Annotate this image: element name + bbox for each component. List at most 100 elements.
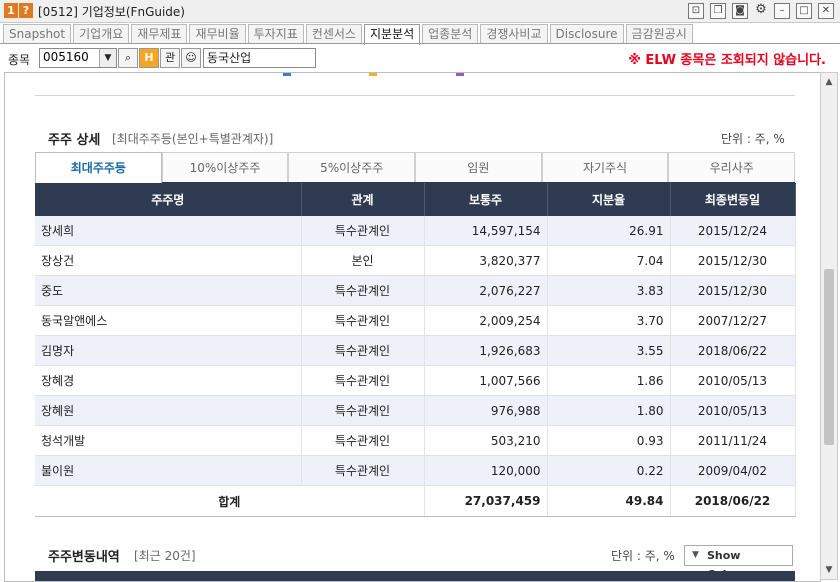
stock-code-input[interactable] bbox=[40, 49, 98, 65]
cell-ratio: 3.55 bbox=[547, 335, 671, 366]
cell-relation: 특수관계인 bbox=[301, 425, 425, 456]
cell-shares: 3,820,377 bbox=[424, 245, 548, 276]
tab-financial-ratios[interactable]: 재무비율 bbox=[189, 24, 246, 44]
subtab-10pct-holders[interactable]: 10%이상주주 bbox=[161, 152, 289, 182]
cell-relation: 특수관계인 bbox=[301, 335, 425, 366]
camera-icon[interactable]: ◙ bbox=[732, 3, 748, 19]
column-header-shares[interactable]: 보통주 bbox=[424, 183, 548, 216]
cell-name: 동국알앤에스 bbox=[35, 305, 302, 336]
scroll-up-icon[interactable]: ▲ bbox=[824, 77, 834, 87]
column-header-ratio[interactable]: 지분율 bbox=[547, 183, 671, 216]
table-row[interactable]: 장혜원 특수관계인 976,988 1.80 2010/05/13 bbox=[35, 395, 796, 426]
subtab-5pct-holders[interactable]: 5%이상주주 bbox=[288, 152, 416, 182]
legend-swatch-purple bbox=[456, 73, 464, 76]
h-button[interactable]: H bbox=[139, 48, 159, 68]
copy-icon[interactable]: ❐ bbox=[710, 3, 726, 19]
window-number-badge[interactable]: 1 bbox=[4, 3, 18, 18]
cell-name: 불이원 bbox=[35, 455, 302, 486]
window-titlebar: 1 ? [0512] 기업정보(FnGuide) ⊡ ❐ ◙ ⚙ – □ ✕ bbox=[0, 0, 840, 23]
ownership-changes-table-header bbox=[35, 571, 795, 581]
tab-disclosure[interactable]: Disclosure bbox=[549, 24, 624, 44]
shareholder-table: 주주명 관계 보통주 지분율 최종변동일 장세희 특수관계인 14,597,15… bbox=[35, 183, 796, 517]
minimize-icon[interactable]: – bbox=[774, 3, 790, 19]
subtab-major-holders[interactable]: 최대주주등 bbox=[35, 152, 162, 184]
tab-consensus[interactable]: 컨센서스 bbox=[305, 24, 362, 44]
cell-date: 2011/11/24 bbox=[670, 425, 796, 456]
cell-relation: 특수관계인 bbox=[301, 455, 425, 486]
cell-date: 2010/05/13 bbox=[670, 365, 796, 396]
table-row[interactable]: 김명자 특수관계인 1,926,683 3.55 2018/06/22 bbox=[35, 335, 796, 366]
scroll-down-icon[interactable]: ▼ bbox=[824, 565, 834, 575]
cell-date: 2015/12/30 bbox=[670, 245, 796, 276]
subtab-executives[interactable]: 임원 bbox=[415, 152, 542, 182]
cell-shares: 1,926,683 bbox=[424, 335, 548, 366]
table-header-row: 주주명 관계 보통주 지분율 최종변동일 bbox=[35, 183, 796, 216]
tab-competitor-comparison[interactable]: 경쟁사비교 bbox=[480, 24, 548, 44]
show-columns-button[interactable]: ▼ Show Columns bbox=[684, 545, 793, 581]
vertical-scrollbar[interactable]: ▲ ▼ bbox=[820, 72, 838, 580]
tab-divider bbox=[0, 43, 840, 44]
search-icon[interactable]: ⌕ bbox=[118, 48, 138, 68]
table-row[interactable]: 중도 특수관계인 2,076,227 3.83 2015/12/30 bbox=[35, 275, 796, 306]
company-name-field[interactable]: 동국산업 bbox=[203, 48, 316, 68]
subtab-treasury-stock[interactable]: 자기주식 bbox=[541, 152, 669, 182]
shareholder-detail-title: 주주 상세 bbox=[48, 133, 101, 148]
subtab-employee-stock[interactable]: 우리사주 bbox=[668, 152, 796, 182]
gear-icon[interactable]: ⚙ bbox=[754, 3, 768, 17]
cell-name: 장혜원 bbox=[35, 395, 302, 426]
table-row[interactable]: 불이원 특수관계인 120,000 0.22 2009/04/02 bbox=[35, 455, 796, 486]
chevron-down-icon: ▼ bbox=[692, 550, 699, 560]
stock-code-combo[interactable]: ▼ bbox=[39, 48, 117, 68]
help-badge[interactable]: ? bbox=[19, 3, 33, 18]
tab-financial-statements[interactable]: 재무제표 bbox=[131, 24, 188, 44]
column-header-name[interactable]: 주주명 bbox=[35, 183, 302, 216]
cell-relation: 특수관계인 bbox=[301, 305, 425, 336]
shareholder-detail-subtitle: [최대주주등(본인+특별관계자)] bbox=[112, 132, 274, 146]
tab-company-overview[interactable]: 기업개요 bbox=[73, 24, 130, 44]
table-row[interactable]: 장세희 특수관계인 14,597,154 26.91 2015/12/24 bbox=[35, 216, 796, 246]
pin-icon[interactable]: ⊡ bbox=[688, 3, 704, 19]
cell-name: 장상건 bbox=[35, 245, 302, 276]
cell-date: 2018/06/22 bbox=[670, 335, 796, 366]
cell-ratio: 1.80 bbox=[547, 395, 671, 426]
window-title: [0512] 기업정보(FnGuide) bbox=[38, 5, 185, 19]
chevron-down-icon[interactable]: ▼ bbox=[99, 49, 116, 67]
tab-fss-disclosure[interactable]: 금감원공시 bbox=[625, 24, 693, 44]
gwan-button[interactable]: 관 bbox=[160, 48, 180, 68]
total-shares: 27,037,459 bbox=[424, 485, 548, 517]
table-row[interactable]: 장상건 본인 3,820,377 7.04 2015/12/30 bbox=[35, 245, 796, 276]
maximize-icon[interactable]: □ bbox=[796, 3, 812, 19]
content-pane: 주주 상세 [최대주주등(본인+특별관계자)] 단위 : 주, % 최대주주등 … bbox=[4, 72, 821, 582]
cell-ratio: 0.22 bbox=[547, 455, 671, 486]
tab-industry-analysis[interactable]: 업종분석 bbox=[422, 24, 479, 44]
legend-swatch-yellow bbox=[369, 73, 377, 76]
tab-investment-indicators[interactable]: 투자지표 bbox=[247, 24, 304, 44]
table-row[interactable]: 동국알앤에스 특수관계인 2,009,254 3.70 2007/12/27 bbox=[35, 305, 796, 336]
tab-snapshot[interactable]: Snapshot bbox=[3, 24, 72, 44]
shareholder-subtabs: 최대주주등 10%이상주주 5%이상주주 임원 자기주식 우리사주 bbox=[35, 152, 796, 184]
total-ratio: 49.84 bbox=[547, 485, 671, 517]
person-icon[interactable]: ☺ bbox=[181, 48, 201, 68]
cell-name: 청석개발 bbox=[35, 425, 302, 456]
shareholder-unit: 단위 : 주, % bbox=[721, 132, 785, 146]
total-date: 2018/06/22 bbox=[670, 485, 796, 517]
close-icon[interactable]: ✕ bbox=[818, 3, 834, 19]
cell-date: 2010/05/13 bbox=[670, 395, 796, 426]
stock-search-bar: 종목 ▼ ⌕ H 관 ☺ 동국산업 ※ ELW 종목은 조회되지 않습니다. bbox=[0, 45, 840, 71]
tab-ownership-analysis[interactable]: 지분분석 bbox=[363, 24, 421, 45]
cell-date: 2007/12/27 bbox=[670, 305, 796, 336]
cell-name: 김명자 bbox=[35, 335, 302, 366]
ownership-changes-title: 주주변동내역 bbox=[48, 550, 120, 565]
cell-ratio: 3.70 bbox=[547, 305, 671, 336]
scrollbar-thumb[interactable] bbox=[824, 269, 834, 445]
legend-swatch-blue bbox=[283, 73, 291, 76]
cell-ratio: 0.93 bbox=[547, 425, 671, 456]
column-header-relation[interactable]: 관계 bbox=[301, 183, 425, 216]
cell-shares: 2,009,254 bbox=[424, 305, 548, 336]
table-row[interactable]: 장혜경 특수관계인 1,007,566 1.86 2010/05/13 bbox=[35, 365, 796, 396]
table-row[interactable]: 청석개발 특수관계인 503,210 0.93 2011/11/24 bbox=[35, 425, 796, 456]
cell-shares: 14,597,154 bbox=[424, 216, 548, 246]
cell-shares: 503,210 bbox=[424, 425, 548, 456]
cell-relation: 특수관계인 bbox=[301, 395, 425, 426]
column-header-date[interactable]: 최종변동일 bbox=[670, 183, 796, 216]
